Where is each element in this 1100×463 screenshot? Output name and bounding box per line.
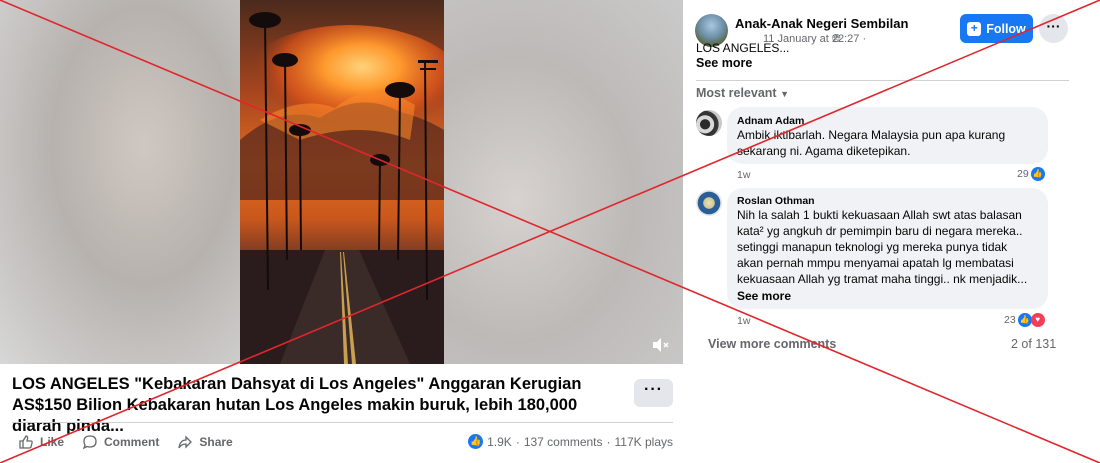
follow-label: Follow [986, 21, 1026, 36]
like-reaction-icon: 👍 [468, 434, 484, 449]
video-blur-right [444, 0, 683, 364]
reaction-count: 29 [1017, 168, 1029, 180]
globe-icon: 🌐︎ [832, 33, 841, 45]
comment-text-line: kata² yg angkuh dr pemimpin baru di nega… [737, 224, 1023, 238]
view-more-comments-link[interactable]: View more comments [708, 337, 836, 351]
video-blur-left [0, 0, 240, 364]
comment-author[interactable]: Roslan Othman [737, 195, 815, 207]
comment-age[interactable]: 1w [737, 169, 750, 181]
like-label: Like [40, 435, 65, 449]
comment-text-line: Ambik iktibarlah. Negara Malaysia pun ap… [737, 128, 1006, 142]
sort-label: Most relevant [696, 86, 777, 100]
comment-author[interactable]: Adnam Adam [737, 115, 804, 127]
comment-text-line: kekuasaan Allah yg tramat maha tinggi.. … [737, 272, 1028, 286]
comment-text-line: sekarang ni. Agama diketepikan. [737, 144, 911, 158]
post-stats: 👍 1.9K · 137 comments · 117K plays [468, 434, 673, 449]
comment-age[interactable]: 1w [737, 315, 750, 327]
like-reaction-icon: 👍 [1017, 313, 1032, 327]
share-label: Share [199, 435, 233, 449]
post-side-panel: Anak-Anak Negeri Sembilan 11 January at … [683, 0, 1100, 463]
divider [696, 80, 1069, 81]
comment-text-line: Nih la salah 1 bukti kekuasaan Allah swt… [737, 208, 1022, 222]
stats-separator: · [606, 434, 611, 449]
comments-shown-count: 2 of 131 [1011, 337, 1057, 351]
reaction-count[interactable]: 1.9K [487, 435, 512, 449]
post-actions: Like Comment Share [18, 432, 233, 452]
love-reaction-icon: ♥ [1030, 313, 1045, 327]
comment-sort-dropdown[interactable]: Most relevant ▼ [696, 86, 789, 100]
video-frame-wildfire[interactable] [240, 0, 444, 364]
comment-reactions[interactable]: 23 👍 ♥ [1004, 313, 1045, 327]
comment-see-more-link[interactable]: See more [737, 289, 791, 303]
reaction-count: 23 [1004, 314, 1016, 326]
avatar[interactable] [696, 110, 722, 136]
like-reaction-icon: 👍 [1030, 167, 1045, 181]
comment-button[interactable]: Comment [82, 434, 159, 450]
like-button[interactable]: Like [18, 434, 64, 450]
comment-icon [82, 435, 97, 450]
page-name[interactable]: Anak-Anak Negeri Sembilan [735, 16, 908, 31]
follow-button[interactable]: + Follow [960, 14, 1033, 43]
follow-plus-icon: + [967, 21, 982, 36]
comment-label: Comment [104, 435, 160, 449]
thumbs-up-icon [19, 435, 33, 449]
video-player[interactable] [0, 0, 683, 364]
post-text: LOS ANGELES... [696, 41, 790, 55]
wildfire-scene-image [240, 0, 444, 364]
comment-text-line: setinggi manapun teknologi yg mereka pun… [737, 240, 1008, 254]
comment-reactions[interactable]: 29 👍 [1017, 167, 1045, 181]
post-more-button[interactable]: ··· [634, 379, 673, 407]
options-button[interactable]: ··· [1039, 14, 1068, 43]
avatar[interactable] [696, 190, 722, 216]
caret-down-icon: ▼ [780, 89, 789, 99]
post-title: LOS ANGELES "Kebakaran Dahsyat di Los An… [12, 375, 582, 435]
share-button[interactable]: Share [177, 434, 233, 450]
divider [12, 422, 673, 423]
comment-count[interactable]: 137 comments [524, 435, 603, 449]
play-count: 117K plays [614, 434, 673, 449]
share-icon [178, 435, 193, 449]
stats-separator: · [515, 434, 520, 449]
speaker-muted-icon[interactable] [650, 336, 672, 356]
post-see-more-link[interactable]: See more [696, 56, 752, 70]
comment-text-line: akan pernah mmpu menyamai apatah lg memb… [737, 256, 1014, 270]
